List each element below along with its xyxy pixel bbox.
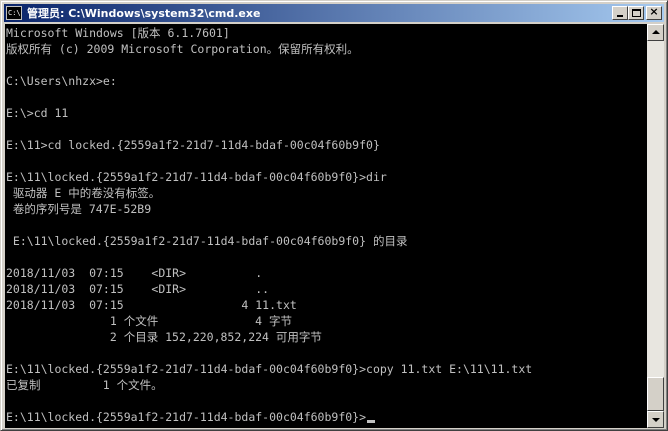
console-prompt: E:\11\locked.{2559a1f2-21d7-11d4-bdaf-00…: [6, 410, 367, 424]
text-cursor: [367, 420, 376, 423]
console-prompt-line[interactable]: E:\11\locked.{2559a1f2-21d7-11d4-bdaf-00…: [6, 409, 376, 425]
console-line: 2018/11/03 07:15 <DIR> ..: [6, 282, 270, 296]
console-line: E:\>cd 11: [6, 106, 69, 120]
console-line: 1 个文件 4 字节: [6, 314, 292, 328]
window-title: 管理员: C:\Windows\system32\cmd.exe: [27, 7, 261, 20]
close-button[interactable]: ×: [646, 5, 662, 20]
scroll-down-button[interactable]: [647, 411, 664, 428]
console-line: 2018/11/03 07:15 4 11.txt: [6, 298, 297, 312]
close-icon: ×: [649, 5, 659, 18]
console-line: E:\11>cd locked.{2559a1f2-21d7-11d4-bdaf…: [6, 138, 380, 152]
console-line: 2 个目录 152,220,852,224 可用字节: [6, 330, 322, 344]
console-line: 已复制 1 个文件。: [6, 378, 163, 392]
scroll-up-button[interactable]: [647, 24, 664, 41]
console-line: C:\Users\nhzx>e:: [6, 74, 117, 88]
cmd-window: C:\ 管理员: C:\Windows\system32\cmd.exe × M…: [0, 0, 668, 431]
minimize-icon: [617, 15, 623, 17]
console-line: E:\11\locked.{2559a1f2-21d7-11d4-bdaf-00…: [6, 170, 387, 184]
console-line: 卷的序列号是 747E-52B9: [6, 202, 152, 216]
vertical-scrollbar[interactable]: [647, 24, 664, 428]
maximize-button[interactable]: [628, 6, 644, 20]
scroll-up-arrow-icon: [652, 30, 660, 34]
window-controls: ×: [612, 5, 662, 20]
console-line: E:\11\locked.{2559a1f2-21d7-11d4-bdaf-00…: [6, 362, 533, 376]
minimize-button[interactable]: [612, 6, 628, 20]
console-line: 驱动器 E 中的卷没有标签。: [6, 186, 161, 200]
console-line: 2018/11/03 07:15 <DIR> .: [6, 266, 263, 280]
cmd-icon[interactable]: C:\: [6, 6, 22, 20]
console-output[interactable]: Microsoft Windows [版本 6.1.7601] 版权所有 (c)…: [5, 24, 647, 428]
console-line: E:\11\locked.{2559a1f2-21d7-11d4-bdaf-00…: [6, 234, 408, 248]
scroll-down-arrow-icon: [652, 418, 660, 422]
console-line: 版权所有 (c) 2009 Microsoft Corporation。保留所有…: [6, 42, 359, 56]
scroll-thumb[interactable]: [647, 377, 664, 411]
maximize-icon: [632, 9, 641, 17]
console-line: Microsoft Windows [版本 6.1.7601]: [6, 26, 230, 40]
title-bar[interactable]: C:\ 管理员: C:\Windows\system32\cmd.exe ×: [4, 4, 664, 22]
